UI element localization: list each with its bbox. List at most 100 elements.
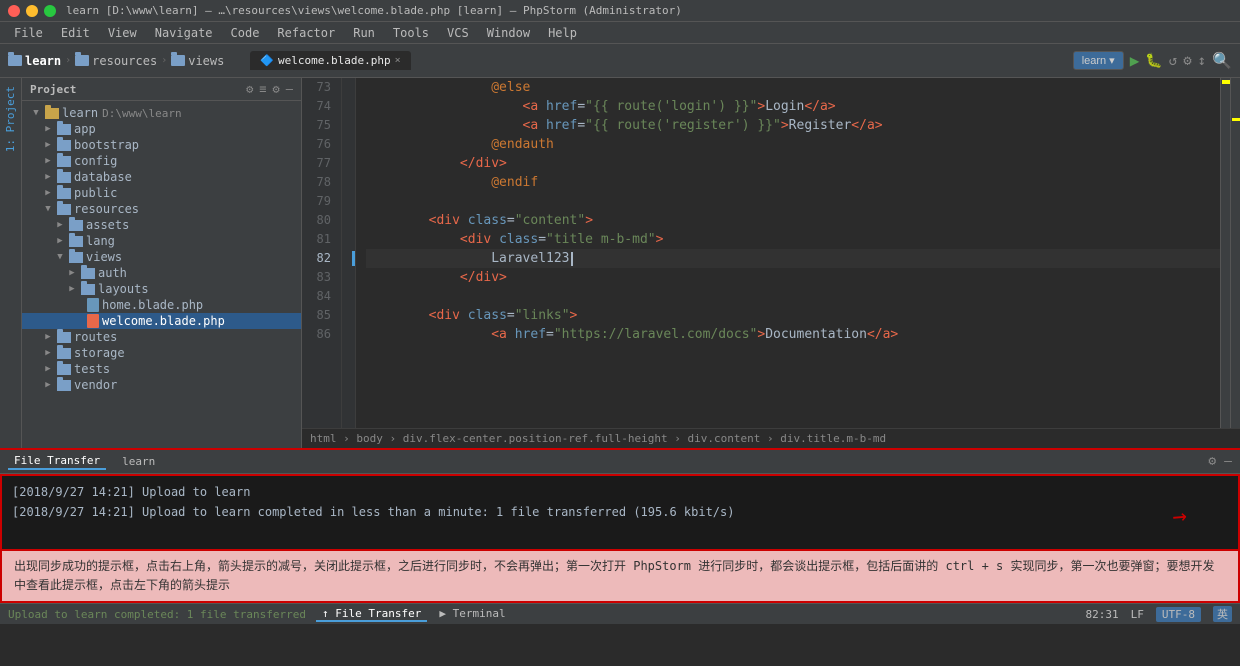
- line-num-85: 85: [302, 306, 335, 325]
- menu-refactor[interactable]: Refactor: [269, 24, 343, 42]
- encoding-indicator: UTF-8: [1156, 607, 1201, 622]
- tree-arrow-assets: ▶: [54, 220, 66, 230]
- folder-icon-tests: [57, 364, 71, 375]
- line-numbers: 73 74 75 76 77 78 79 80 81 82 83 84 85 8…: [302, 78, 342, 428]
- panel-tab-learn[interactable]: learn: [116, 454, 161, 469]
- file-icon-welcome: [87, 314, 99, 328]
- code-line-73: @else: [366, 78, 1220, 97]
- window-controls[interactable]: [8, 5, 56, 17]
- tree-item-lang[interactable]: ▶ lang: [22, 233, 301, 249]
- project-button[interactable]: learn ▾: [1073, 51, 1124, 70]
- folder-icon-config: [57, 156, 71, 167]
- title-bar: learn [D:\www\learn] – …\resources\views…: [0, 0, 1240, 22]
- sidebar-header: Project ⚙ ≡ ⚙ —: [22, 78, 301, 101]
- status-right: 82:31 LF UTF-8 英: [1086, 606, 1233, 622]
- menu-navigate[interactable]: Navigate: [147, 24, 221, 42]
- menu-run[interactable]: Run: [345, 24, 383, 42]
- tab-welcome-blade[interactable]: 🔷 welcome.blade.php ×: [250, 51, 410, 70]
- tree-label-tests: tests: [74, 362, 110, 376]
- tree-arrow-app: ▶: [42, 124, 54, 134]
- sidebar-title: Project: [30, 83, 76, 96]
- folder-icon-routes: [57, 332, 71, 343]
- tree-item-views[interactable]: ▼ views: [22, 249, 301, 265]
- code-body[interactable]: @else <a href="{{ route('login') }}">Log…: [356, 78, 1220, 428]
- tree-item-tests[interactable]: ▶ tests: [22, 361, 301, 377]
- code-line-76: @endauth: [366, 135, 1220, 154]
- tree-item-auth[interactable]: ▶ auth: [22, 265, 301, 281]
- debug-button[interactable]: 🐛: [1145, 53, 1162, 69]
- sidebar-gear-icon[interactable]: ⚙: [273, 82, 280, 96]
- tree-item-welcome-blade[interactable]: welcome.blade.php: [22, 313, 301, 329]
- tree-item-home-blade[interactable]: home.blade.php: [22, 297, 301, 313]
- breadcrumb-sep-1: ›: [65, 55, 71, 66]
- project-button-label: learn: [1082, 55, 1106, 67]
- status-bar: Upload to learn completed: 1 file transf…: [0, 603, 1240, 624]
- panel-tab-file-transfer[interactable]: File Transfer: [8, 453, 106, 470]
- tree-label-lang: lang: [86, 234, 115, 248]
- menu-file[interactable]: File: [6, 24, 51, 42]
- line-num-83: 83: [302, 268, 335, 287]
- breadcrumb-learn[interactable]: learn: [8, 54, 61, 68]
- menu-vcs[interactable]: VCS: [439, 24, 477, 42]
- tree-item-app[interactable]: ▶ app: [22, 121, 301, 137]
- code-line-81: <div class="title m-b-md">: [366, 230, 1220, 249]
- vcs-button[interactable]: ↕: [1198, 53, 1206, 69]
- menu-help[interactable]: Help: [540, 24, 585, 42]
- breadcrumb: learn › resources › views: [8, 54, 224, 68]
- tree-item-routes[interactable]: ▶ routes: [22, 329, 301, 345]
- minimize-button[interactable]: [26, 5, 38, 17]
- folder-icon: [8, 55, 22, 66]
- editor-content: 73 74 75 76 77 78 79 80 81 82 83 84 85 8…: [302, 78, 1240, 428]
- tree-item-bootstrap[interactable]: ▶ bootstrap: [22, 137, 301, 153]
- editor-scrollbar[interactable]: [1220, 78, 1230, 428]
- minimap-scrollbar[interactable]: [1230, 78, 1240, 428]
- status-tab-file-transfer[interactable]: ↑ File Transfer: [316, 607, 427, 622]
- line-num-77: 77: [302, 154, 335, 173]
- breadcrumb-views[interactable]: views: [171, 54, 224, 68]
- status-left: Upload to learn completed: 1 file transf…: [8, 608, 306, 621]
- sidebar-minimize-icon[interactable]: —: [286, 82, 293, 96]
- project-view-icon[interactable]: 1: Project: [4, 82, 17, 156]
- tree-item-assets[interactable]: ▶ assets: [22, 217, 301, 233]
- menu-code[interactable]: Code: [223, 24, 268, 42]
- tree-item-database[interactable]: ▶ database: [22, 169, 301, 185]
- run-button[interactable]: ▶: [1130, 51, 1140, 70]
- tree-label-layouts: layouts: [98, 282, 149, 296]
- breadcrumb-resources[interactable]: resources: [75, 54, 157, 68]
- tree-item-layouts[interactable]: ▶ layouts: [22, 281, 301, 297]
- tree-arrow-routes: ▶: [42, 332, 54, 342]
- line-num-86: 86: [302, 325, 335, 344]
- code-line-79: [366, 192, 1220, 211]
- build-button[interactable]: ⚙: [1183, 53, 1191, 69]
- tab-close-icon[interactable]: ×: [395, 55, 401, 66]
- sidebar-filter-icon[interactable]: ≡: [259, 82, 266, 96]
- reload-button[interactable]: ↺: [1169, 53, 1177, 69]
- tree-arrow-auth: ▶: [66, 268, 78, 278]
- tree-item-vendor[interactable]: ▶ vendor: [22, 377, 301, 393]
- path-bar-content: html › body › div.flex-center.position-r…: [310, 432, 886, 445]
- window-title: learn [D:\www\learn] – …\resources\views…: [66, 4, 682, 17]
- line-num-81: 81: [302, 230, 335, 249]
- code-line-85: <div class="links">: [366, 306, 1220, 325]
- tree-item-config[interactable]: ▶ config: [22, 153, 301, 169]
- tree-item-storage[interactable]: ▶ storage: [22, 345, 301, 361]
- menu-edit[interactable]: Edit: [53, 24, 98, 42]
- tree-item-resources[interactable]: ▼ resources: [22, 201, 301, 217]
- panel-close-icon[interactable]: —: [1224, 454, 1232, 469]
- menu-tools[interactable]: Tools: [385, 24, 437, 42]
- annotation-text: 出现同步成功的提示框，点击右上角，箭头提示的减号，关闭此提示框，之后进行同步时，…: [14, 559, 1215, 592]
- tree-item-learn[interactable]: ▼ learn D:\www\learn: [22, 105, 301, 121]
- folder-icon-storage: [57, 348, 71, 359]
- menu-window[interactable]: Window: [479, 24, 538, 42]
- panel-settings-icon[interactable]: ⚙: [1208, 454, 1216, 469]
- position-indicator: 82:31: [1086, 608, 1119, 621]
- tree-arrow-tests: ▶: [42, 364, 54, 374]
- maximize-button[interactable]: [44, 5, 56, 17]
- close-button[interactable]: [8, 5, 20, 17]
- search-icon[interactable]: 🔍: [1212, 51, 1232, 70]
- code-line-80: <div class="content">: [366, 211, 1220, 230]
- status-tab-terminal[interactable]: ▶ Terminal: [433, 607, 511, 622]
- sidebar-settings-icon[interactable]: ⚙: [246, 82, 253, 96]
- menu-view[interactable]: View: [100, 24, 145, 42]
- tree-item-public[interactable]: ▶ public: [22, 185, 301, 201]
